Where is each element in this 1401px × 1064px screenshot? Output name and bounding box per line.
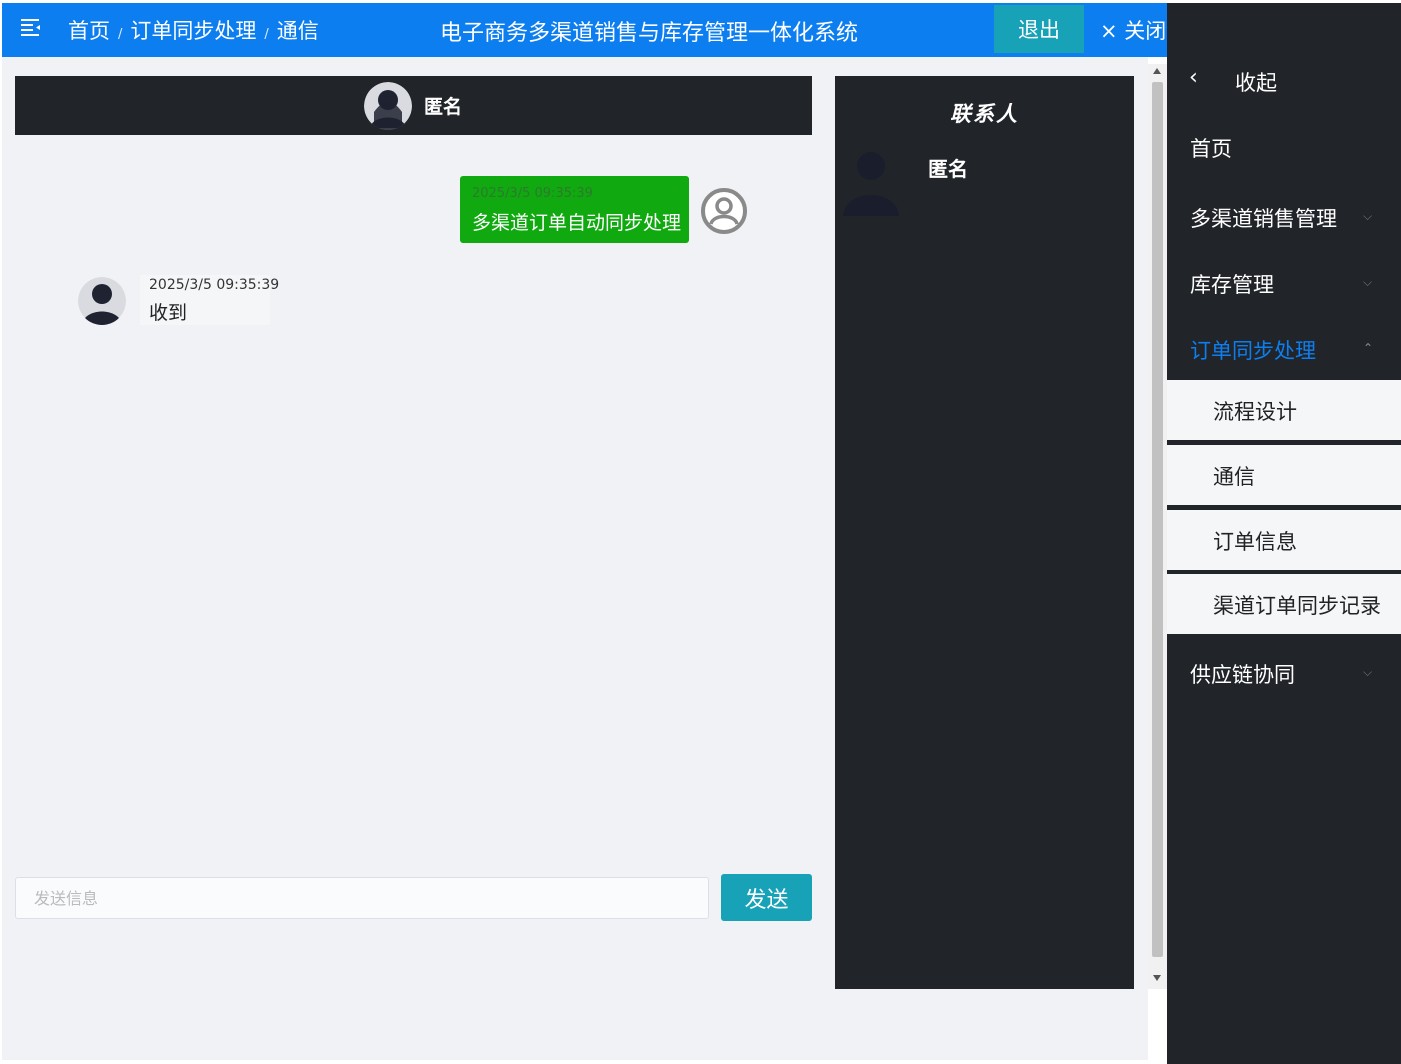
close-button[interactable]: × 关闭	[1100, 15, 1168, 45]
chevron-up-icon: ⌃	[1363, 341, 1374, 355]
sidebar-subitem-order-info[interactable]: 订单信息	[1167, 510, 1401, 570]
sidebar-subitem-process-design[interactable]: 流程设计	[1167, 380, 1401, 440]
chevron-left-icon: ‹	[1189, 65, 1198, 90]
breadcrumb-separator: /	[264, 27, 269, 42]
sidebar-subitem-label: 通信	[1213, 465, 1255, 489]
menu-toggle-icon[interactable]	[20, 17, 44, 41]
send-button[interactable]: 发送	[721, 874, 812, 921]
sidebar-collapse[interactable]: ‹ 收起	[1167, 55, 1401, 105]
chevron-down-icon: ⌵	[1363, 275, 1373, 289]
sidebar-item-label: 多渠道销售管理	[1190, 207, 1337, 231]
breadcrumb-home[interactable]: 首页	[68, 19, 110, 43]
sidebar-item-label: 首页	[1190, 137, 1232, 161]
message-time: 2025/3/5 09:35:39	[149, 277, 280, 293]
contacts-title: 联系人	[950, 102, 1019, 126]
sidebar-item-multichannel-sales[interactable]: 多渠道销售管理 ⌵	[1167, 191, 1401, 241]
chat-partner-name: 匿名	[424, 96, 463, 118]
sidebar-item-supply-chain[interactable]: 供应链协同 ⌵	[1167, 647, 1401, 697]
sidebar-collapse-label: 收起	[1235, 71, 1277, 95]
sidebar-item-label: 订单同步处理	[1190, 339, 1316, 363]
contacts-panel: 联系人 匿名	[835, 76, 1134, 989]
breadcrumb-current: 通信	[276, 19, 319, 43]
message-text: 收到	[149, 302, 188, 324]
main-content: 匿名 2025/3/5 09:35:39 多渠道订单自动同步处理 2025/3/…	[2, 57, 1148, 1060]
scrollbar-thumb[interactable]	[1152, 82, 1163, 957]
sidebar-item-order-sync[interactable]: 订单同步处理 ⌃	[1167, 323, 1401, 373]
sidebar: ‹ 收起 首页 多渠道销售管理 ⌵ 库存管理 ⌵ 订单同步处理 ⌃ 流程设计 通…	[1167, 3, 1401, 1064]
message-time: 2025/3/5 09:35:39	[472, 186, 593, 201]
sidebar-subitem-channel-sync-records[interactable]: 渠道订单同步记录	[1167, 574, 1401, 634]
sidebar-subitem-communication[interactable]: 通信	[1167, 445, 1401, 505]
logout-button[interactable]: 退出	[994, 5, 1084, 53]
breadcrumb-separator: /	[118, 27, 123, 42]
scroll-down-icon[interactable]	[1153, 975, 1161, 981]
contact-name[interactable]: 匿名	[928, 153, 968, 182]
system-title: 电子商务多渠道销售与库存管理一体化系统	[440, 21, 859, 46]
chat-partner-avatar	[364, 82, 412, 130]
scroll-up-icon[interactable]	[1153, 68, 1161, 74]
sent-message-bubble: 2025/3/5 09:35:39 多渠道订单自动同步处理	[460, 176, 689, 243]
sidebar-item-label: 供应链协同	[1190, 663, 1295, 687]
received-message-bubble: 2025/3/5 09:35:39 收到	[140, 275, 279, 325]
sidebar-subitem-label: 渠道订单同步记录	[1213, 594, 1381, 618]
sidebar-subitem-label: 流程设计	[1213, 400, 1297, 424]
chevron-down-icon: ⌵	[1363, 209, 1373, 223]
top-bar: 首页 / 订单同步处理 / 通信 电子商务多渠道销售与库存管理一体化系统 退出 × 关闭	[2, 3, 1168, 57]
message-text: 多渠道订单自动同步处理	[472, 212, 682, 234]
contact-avatar[interactable]	[839, 144, 903, 220]
message-input[interactable]	[15, 877, 709, 919]
page-scrollbar[interactable]	[1148, 64, 1167, 989]
sender-avatar	[78, 277, 126, 325]
sidebar-subitem-label: 订单信息	[1213, 530, 1297, 554]
sidebar-item-label: 库存管理	[1190, 273, 1274, 297]
chat-header: 匿名	[15, 76, 812, 135]
chevron-down-icon: ⌵	[1363, 665, 1373, 679]
sidebar-item-inventory[interactable]: 库存管理 ⌵	[1167, 257, 1401, 307]
sidebar-item-home[interactable]: 首页	[1167, 121, 1401, 171]
breadcrumb-order-sync[interactable]: 订单同步处理	[130, 19, 256, 43]
breadcrumb: 首页 / 订单同步处理 / 通信	[68, 15, 319, 45]
user-avatar-icon	[700, 187, 748, 239]
